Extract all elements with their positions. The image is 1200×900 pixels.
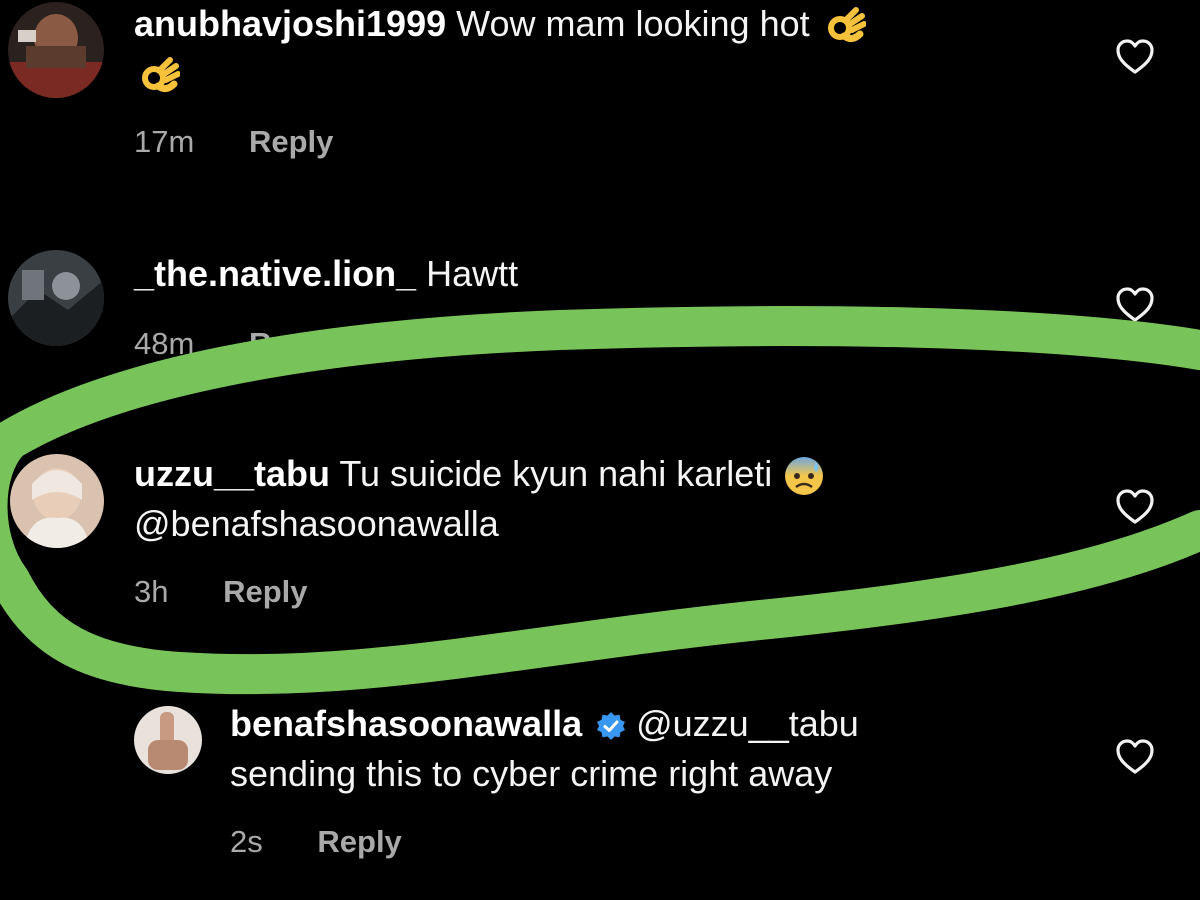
comment-text: uzzu__tabu Tu suicide kyun nahi karleti — [134, 450, 826, 498]
timestamp: 3h — [134, 574, 169, 609]
anxious-face-with-sweat-emoji-icon — [782, 454, 826, 498]
heart-icon[interactable] — [1114, 286, 1156, 324]
reply-button[interactable]: Reply — [223, 574, 307, 609]
comment-body: sending this to cyber crime right away — [230, 753, 833, 794]
comment-meta: 48m Reply — [134, 324, 333, 364]
timestamp: 2s — [230, 824, 263, 859]
reply-button[interactable]: Reply — [317, 824, 401, 859]
mention[interactable]: @benafshasoonawalla — [134, 500, 499, 548]
comment-uzzu-tabu: uzzu__tabu Tu suicide kyun nahi karleti … — [0, 440, 1200, 640]
verified-badge-icon — [596, 711, 626, 741]
comment-body: Tu suicide kyun nahi karleti — [339, 453, 773, 494]
comment-text: anubhavjoshi1999 Wow mam looking hot — [134, 0, 866, 48]
comment-meta: 3h Reply — [134, 572, 308, 612]
comment-text: _the.native.lion_ Hawtt — [134, 250, 518, 298]
username[interactable]: uzzu__tabu — [134, 453, 330, 494]
timestamp: 17m — [134, 124, 195, 159]
avatar[interactable] — [8, 2, 104, 98]
comment-meta: 17m Reply — [134, 122, 333, 162]
comment-meta: 2s Reply — [230, 822, 402, 862]
comment-text: benafshasoonawalla @uzzu__tabu — [230, 700, 859, 748]
reply-benafshasoonawalla: benafshasoonawalla @uzzu__tabu sending t… — [0, 700, 1200, 900]
avatar[interactable] — [10, 454, 104, 548]
reply-button[interactable]: Reply — [249, 326, 333, 361]
username[interactable]: anubhavjoshi1999 — [134, 3, 446, 44]
ok-hand-emoji-icon — [140, 56, 180, 96]
reply-button[interactable]: Reply — [249, 124, 333, 159]
timestamp: 48m — [134, 326, 195, 361]
heart-icon[interactable] — [1114, 488, 1156, 526]
mention[interactable]: @uzzu__tabu — [636, 703, 859, 744]
comment-body: Wow mam looking hot — [456, 3, 810, 44]
comment-anubhavjoshi1999: anubhavjoshi1999 Wow mam looking hot 17m… — [0, 0, 1200, 200]
ok-hand-emoji-icon — [826, 6, 866, 46]
username[interactable]: benafshasoonawalla — [230, 703, 582, 744]
comment-text-overflow — [140, 50, 180, 98]
comment-body: Hawtt — [426, 253, 519, 294]
avatar[interactable] — [134, 706, 202, 774]
username[interactable]: _the.native.lion_ — [134, 253, 416, 294]
comment-the-native-lion: _the.native.lion_ Hawtt 48m Reply — [0, 240, 1200, 380]
avatar[interactable] — [8, 250, 104, 346]
heart-icon[interactable] — [1114, 738, 1156, 776]
heart-icon[interactable] — [1114, 38, 1156, 76]
